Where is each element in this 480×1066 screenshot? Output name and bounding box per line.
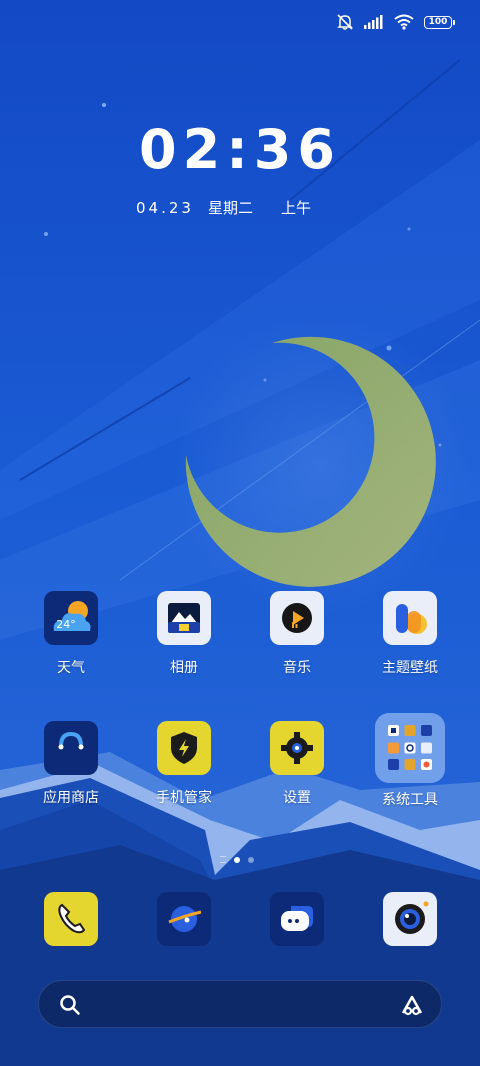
weather-temp: 24° xyxy=(56,618,76,631)
app-label: 主题壁纸 xyxy=(382,660,438,676)
app-label: 相册 xyxy=(170,660,198,676)
music-icon xyxy=(270,591,324,645)
app-label: 系统工具 xyxy=(382,792,438,808)
search-bar[interactable] xyxy=(38,980,442,1028)
app-phone-manager[interactable]: 手机管家 xyxy=(134,721,234,807)
mute-icon xyxy=(336,13,354,31)
dock-camera[interactable] xyxy=(360,892,460,946)
app-label: 音乐 xyxy=(283,660,311,676)
app-gallery[interactable]: 相册 xyxy=(134,591,234,677)
app-weather[interactable]: 24° 天气 xyxy=(21,591,121,677)
folder-icon xyxy=(375,713,445,783)
shield-icon xyxy=(157,721,211,775)
dock-browser[interactable] xyxy=(134,892,234,946)
assistant-icon[interactable] xyxy=(399,993,425,1021)
weather-icon: 24° xyxy=(44,591,98,645)
themes-icon xyxy=(383,591,437,645)
app-themes[interactable]: 主题壁纸 xyxy=(360,591,460,677)
app-label: 天气 xyxy=(57,660,85,676)
status-bar: 100 xyxy=(336,10,455,34)
app-store-icon xyxy=(44,721,98,775)
page-dot-active xyxy=(234,856,240,863)
dock-phone[interactable] xyxy=(21,892,121,946)
search-icon[interactable] xyxy=(59,994,81,1020)
page-indicator[interactable] xyxy=(220,856,254,863)
dock-messages[interactable] xyxy=(247,892,347,946)
messages-icon xyxy=(270,892,324,946)
app-label: 手机管家 xyxy=(156,790,212,806)
app-store[interactable]: 应用商店 xyxy=(21,721,121,807)
period-text: 上午 xyxy=(280,199,311,217)
app-settings[interactable]: 设置 xyxy=(247,721,347,807)
phone-icon xyxy=(44,892,98,946)
signal-icon xyxy=(364,15,384,29)
folder-system-tools[interactable]: 系统工具 xyxy=(360,713,460,809)
date-text: 04.23 xyxy=(136,198,194,217)
app-label: 应用商店 xyxy=(43,790,99,806)
app-music[interactable]: 音乐 xyxy=(247,591,347,677)
app-label: 设置 xyxy=(283,790,311,806)
clock-time[interactable]: 02:36 xyxy=(0,118,480,181)
gear-icon xyxy=(270,721,324,775)
weekday-text: 星期二 xyxy=(207,199,253,217)
gallery-icon xyxy=(157,591,211,645)
clock-date: 04.23 星期二 上午 xyxy=(136,197,311,218)
camera-icon xyxy=(383,892,437,946)
wifi-icon xyxy=(394,14,414,30)
page-list-icon xyxy=(220,856,226,863)
page-dot xyxy=(248,856,254,863)
battery-icon: 100 xyxy=(424,15,455,29)
browser-icon xyxy=(157,892,211,946)
